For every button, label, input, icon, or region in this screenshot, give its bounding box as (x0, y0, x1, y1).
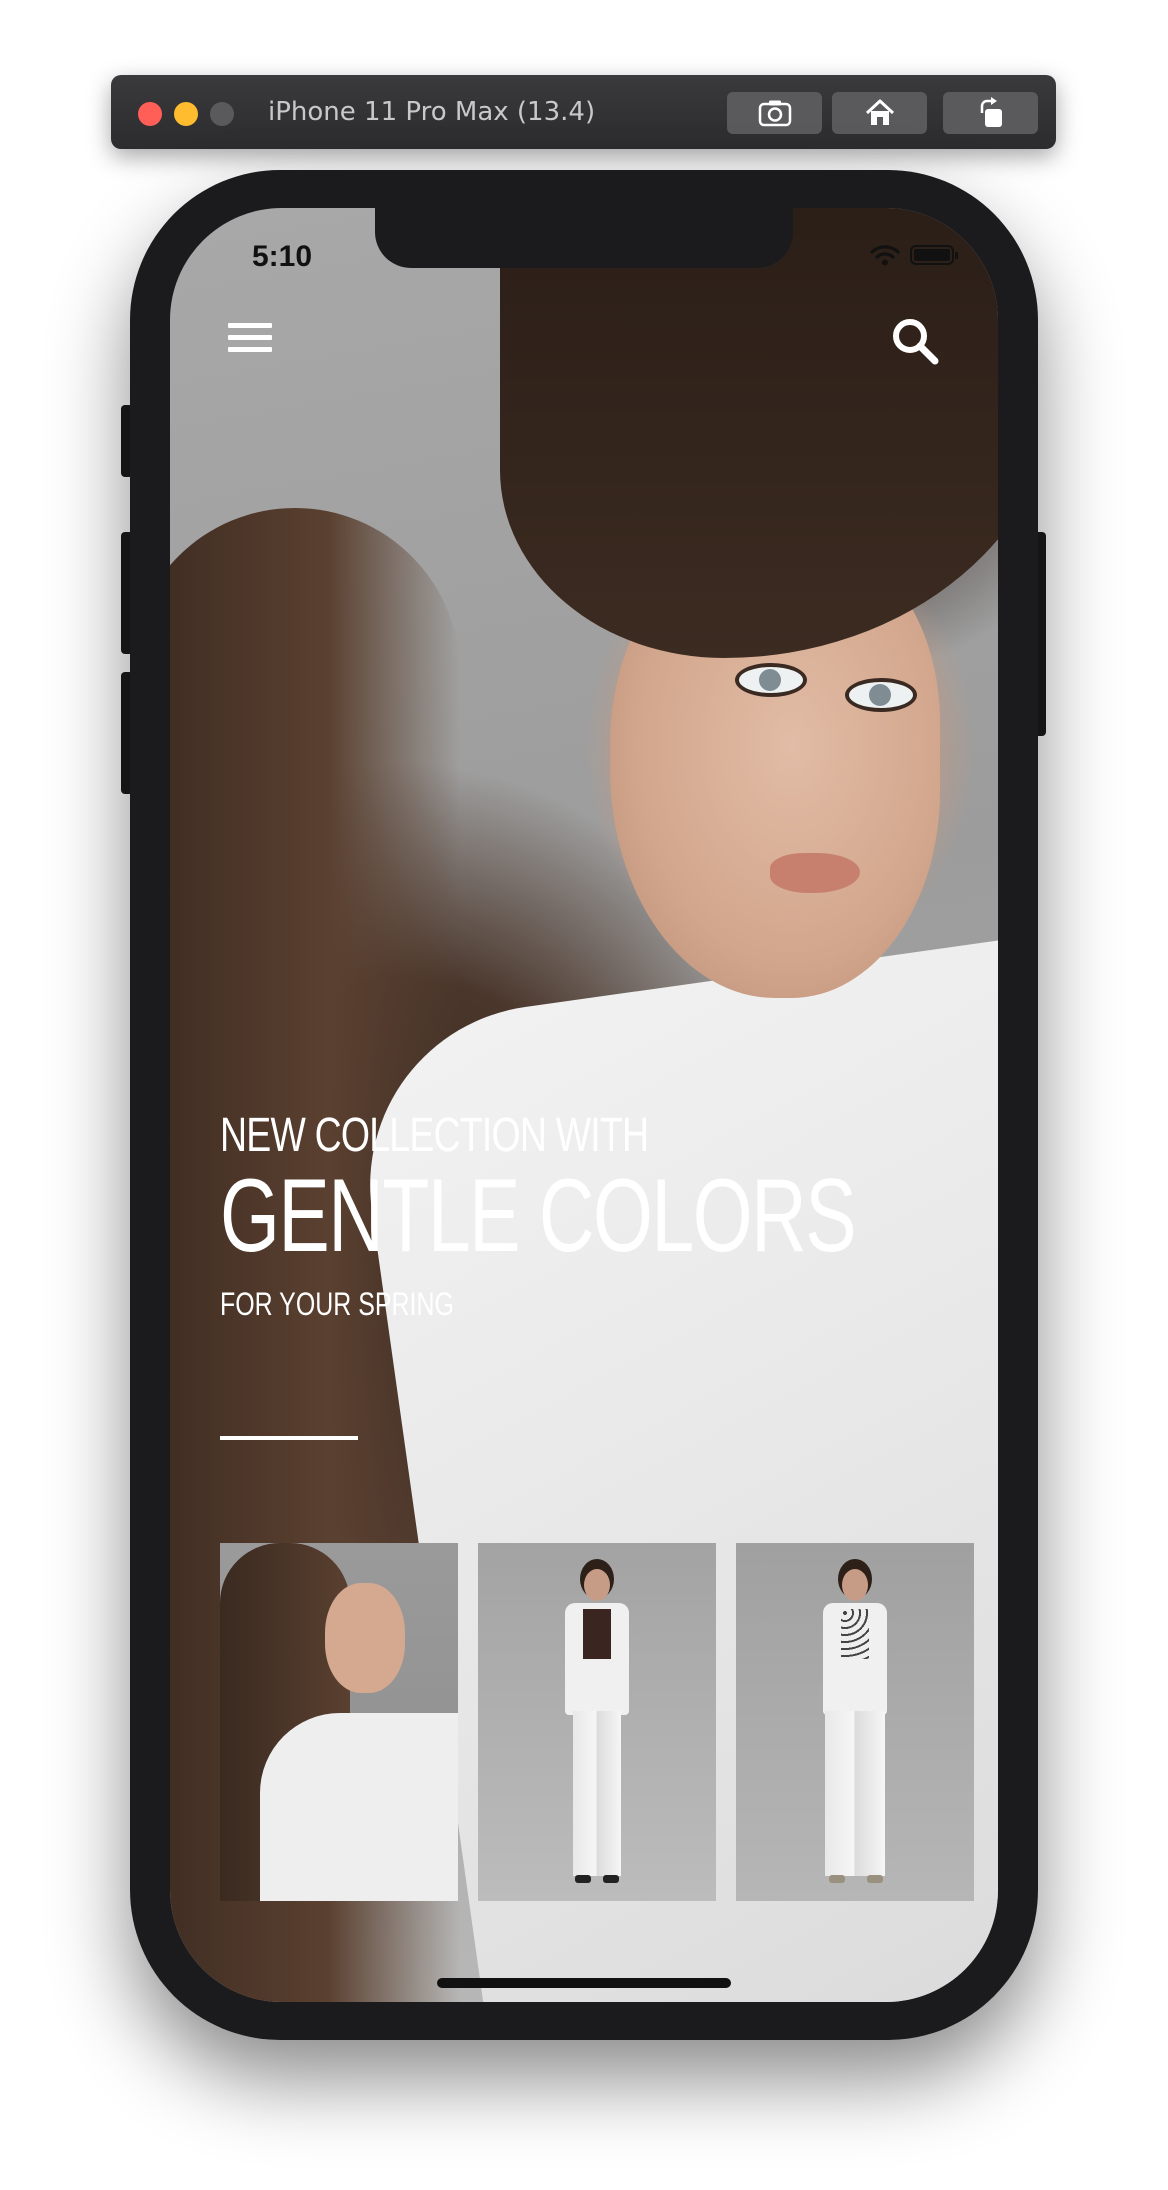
status-icons (870, 244, 958, 266)
thumbnail-gallery (220, 1543, 974, 1901)
thumbnail-suit-dotted-top[interactable] (736, 1543, 974, 1901)
screenshot-button[interactable] (727, 92, 822, 134)
hero-eye-right (845, 678, 917, 712)
thumbnail-suit-dark-top[interactable] (478, 1543, 716, 1901)
hero-fringe (500, 208, 998, 658)
rotate-icon (980, 97, 1002, 127)
hamburger-menu-icon[interactable] (228, 323, 272, 359)
home-button[interactable] (832, 92, 927, 134)
zoom-window-button[interactable] (210, 102, 234, 126)
thumbnail-portrait[interactable] (220, 1543, 458, 1901)
home-indicator[interactable] (437, 1978, 731, 1988)
hero-line-1: NEW COLLECTION WITH (220, 1109, 649, 1162)
hero-text: NEW COLLECTION WITH GENTLE COLORS FOR YO… (220, 1108, 998, 1323)
hero-headline: GENTLE COLORS (220, 1158, 857, 1274)
hero-eye-left (735, 663, 807, 697)
hero-line-3: FOR YOUR SPRING (220, 1286, 454, 1322)
rotate-button[interactable] (943, 92, 1038, 134)
simulator-title: iPhone 11 Pro Max (13.4) (268, 97, 596, 127)
battery-icon (910, 245, 958, 265)
home-icon (865, 99, 894, 125)
status-time: 5:10 (252, 240, 313, 273)
minimize-window-button[interactable] (174, 102, 198, 126)
screenshot-icon (758, 100, 791, 127)
search-icon[interactable] (890, 316, 940, 366)
app-screen: 5:10 NEW COLLECTION WITH GENTLE COLORS F… (170, 208, 998, 2002)
notch (375, 208, 793, 268)
wifi-icon (870, 245, 900, 266)
hero-divider (220, 1436, 358, 1440)
close-window-button[interactable] (138, 102, 162, 126)
simulator-toolbar: iPhone 11 Pro Max (13.4) (111, 75, 1056, 149)
